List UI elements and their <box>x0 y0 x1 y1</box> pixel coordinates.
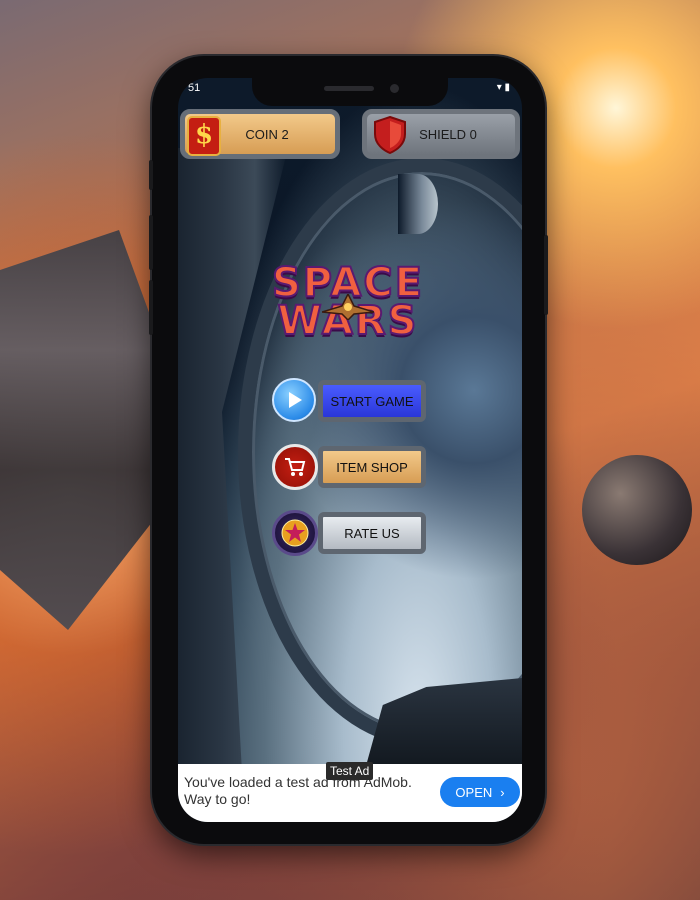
moon <box>398 174 438 234</box>
rate-us-button[interactable]: RATE US <box>318 512 426 554</box>
rate-star-icon[interactable] <box>272 510 318 556</box>
speaker-grille <box>324 86 374 91</box>
ad-banner[interactable]: You've loaded a test ad from AdMob. Way … <box>178 762 522 822</box>
phone-side-button <box>149 160 153 190</box>
ad-message: You've loaded a test ad from AdMob. Way … <box>184 774 412 807</box>
ad-open-button[interactable]: OPEN › <box>440 777 520 807</box>
game-screen: 51 ▾ ▮ $ COIN 2 SHIELD 0 SPACE WARS STAR… <box>178 78 522 822</box>
ad-open-label: OPEN <box>455 784 493 800</box>
game-logo: SPACE WARS <box>258 262 438 344</box>
shield-label: SHIELD 0 <box>419 126 477 142</box>
shield-icon <box>374 116 406 154</box>
background-planet <box>582 455 692 565</box>
shopping-cart-icon[interactable] <box>272 444 318 490</box>
coin-counter: $ COIN 2 <box>180 109 340 159</box>
shield-counter: SHIELD 0 <box>362 109 520 159</box>
ship-emblem-icon <box>322 294 374 320</box>
phone-notch <box>252 78 448 106</box>
phone-power-button <box>544 235 548 315</box>
play-icon[interactable] <box>272 378 316 422</box>
background-spaceship <box>0 230 170 630</box>
coin-label: COIN 2 <box>245 126 289 142</box>
status-icons: ▾ ▮ <box>496 82 510 93</box>
start-game-button[interactable]: START GAME <box>318 380 426 422</box>
chevron-right-icon: › <box>500 784 505 800</box>
status-time: 51 <box>188 82 201 94</box>
phone-volume-up <box>149 215 153 270</box>
front-camera-icon <box>390 84 399 93</box>
coin-icon: $ <box>187 116 221 156</box>
item-shop-button[interactable]: ITEM SHOP <box>318 446 426 488</box>
test-ad-badge: Test Ad <box>326 762 374 780</box>
phone-volume-down <box>149 280 153 335</box>
